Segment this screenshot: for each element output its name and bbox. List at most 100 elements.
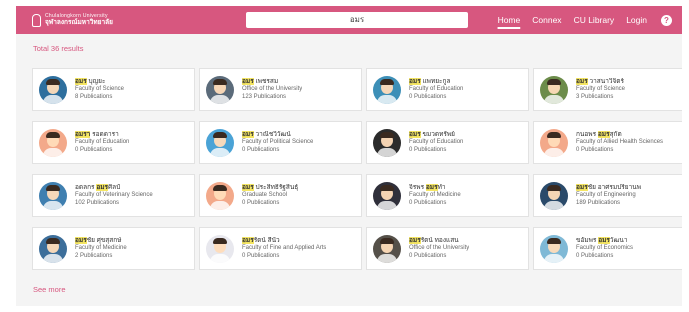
female-photo-icon	[206, 234, 234, 263]
person-faculty: Faculty of Science	[576, 86, 626, 93]
person-faculty: Faculty of Medicine	[409, 192, 461, 199]
male-avatar-icon	[39, 128, 67, 157]
person-faculty: Faculty of Allied Health Sciences	[576, 139, 664, 146]
male-photo-icon	[39, 181, 67, 210]
search-input[interactable]: อมร	[246, 12, 468, 28]
person-faculty: Faculty of Education	[409, 86, 464, 93]
person-name[interactable]: อมร ประสิทธิ์รัฐสินธุ์	[242, 183, 298, 192]
nav-home[interactable]: Home	[498, 15, 521, 25]
female-photo-icon	[39, 75, 67, 104]
search-highlight: อมร	[409, 130, 421, 138]
logo-th: จุฬาลงกรณ์มหาวิทยาลัย	[45, 18, 113, 26]
female-photo-icon	[540, 234, 568, 263]
person-card[interactable]: อมร ขมวดทรัพย์ Faculty of Education 0 Publ…	[366, 121, 529, 164]
search-highlight: อมร	[409, 236, 421, 244]
person-card[interactable]: อดลกร อมรศิลป์ Faculty of Veterinary Scie…	[32, 174, 195, 217]
person-card[interactable]: อมร บุญยะ Faculty of Science 8 Publication…	[32, 68, 195, 111]
results-grid: อมร บุญยะ Faculty of Science 8 Publication…	[32, 68, 682, 270]
search-highlight: อมร	[242, 236, 254, 244]
see-more-link[interactable]: See more	[33, 285, 66, 294]
person-name[interactable]: อมรชัย ศุขสุสกษ์	[75, 236, 127, 245]
app-frame: Chulalongkorn University จุฬาลงกรณ์มหาวิ…	[16, 6, 682, 306]
person-faculty: Office of the University	[242, 86, 303, 93]
person-name[interactable]: อมร บุญยะ	[75, 77, 124, 86]
person-faculty: Faculty of Medicine	[75, 245, 127, 252]
person-publications: 0 Publications	[576, 146, 614, 153]
person-name[interactable]: ขอัมพร อมรวัฒนา	[576, 236, 633, 245]
nav-connex[interactable]: Connex	[532, 15, 561, 25]
person-publications: 102 Publications	[75, 199, 120, 206]
person-card[interactable]: อมร ประสิทธิ์รัฐสินธุ์ Graduate School 0 P…	[199, 174, 362, 217]
search-highlight: อมร	[242, 130, 254, 138]
search-highlight: อมรา	[75, 130, 91, 138]
person-publications: 2 Publications	[75, 252, 113, 259]
university-logo[interactable]: Chulalongkorn University จุฬาลงกรณ์มหาวิ…	[32, 13, 132, 27]
person-card[interactable]: อมรชัย อาศรมปริยานพ Faculty of Engineerin…	[533, 174, 682, 217]
person-card[interactable]: อมรรัตน์ สีนัว Faculty of Fine and Applie…	[199, 227, 362, 270]
person-card[interactable]: อมร วาสนาวิจิตร์ Faculty of Science 3 Publ…	[533, 68, 682, 111]
person-card[interactable]: กนอพร อมรสุกัต Faculty of Allied Health S…	[533, 121, 682, 164]
person-publications: 0 Publications	[75, 146, 113, 153]
person-name[interactable]: อมรชัย อาศรมปริยานพ	[576, 183, 641, 192]
male-photo-icon	[373, 75, 401, 104]
person-card[interactable]: อมร เพชรสม Office of the University 123 Pu…	[199, 68, 362, 111]
person-faculty: Faculty of Veterinary Science	[75, 192, 153, 199]
person-faculty: Faculty of Political Science	[242, 139, 314, 146]
male-avatar-icon	[206, 181, 234, 210]
male-avatar-icon	[540, 128, 568, 157]
person-name[interactable]: อดลกร อมรศิลป์	[75, 183, 153, 192]
search-highlight: อมร	[409, 77, 421, 85]
person-name[interactable]: อมร เพชรสม	[242, 77, 302, 86]
person-card[interactable]: อมรรัตน์ ทองแสน Office of the University 0…	[366, 227, 529, 270]
male-photo-icon	[206, 128, 234, 157]
female-photo-icon	[373, 234, 401, 263]
female-photo-icon	[373, 181, 401, 210]
person-publications: 0 Publications	[242, 146, 280, 153]
help-icon[interactable]: ?	[661, 14, 672, 26]
main-nav: Home Connex CU Library Login ?	[498, 6, 682, 34]
search-highlight: อมร	[242, 183, 254, 191]
person-card[interactable]: อมรา รอดดารา Faculty of Education 0 Public…	[32, 121, 195, 164]
person-card[interactable]: อมรชัย ศุขสุสกษ์ Faculty of Medicine 2 Pub…	[32, 227, 195, 270]
person-publications: 0 Publications	[409, 252, 447, 259]
person-publications: 0 Publications	[242, 199, 280, 206]
top-bar: Chulalongkorn University จุฬาลงกรณ์มหาวิ…	[16, 6, 682, 34]
search-highlight: อมร	[242, 77, 254, 85]
person-publications: 0 Publications	[409, 146, 447, 153]
search-highlight: อมร	[598, 236, 610, 244]
person-publications: 0 Publications	[409, 199, 447, 206]
person-name[interactable]: อมร วาสนาวิจิตร์	[576, 77, 625, 86]
person-faculty: Faculty of Fine and Applied Arts	[242, 245, 327, 252]
person-faculty: Office of the University	[409, 245, 470, 252]
person-faculty: Faculty of Engineering	[576, 192, 636, 199]
person-name[interactable]: อมร ขมวดทรัพย์	[409, 130, 463, 139]
person-name[interactable]: กนอพร อมรสุกัต	[576, 130, 663, 139]
person-publications: 189 Publications	[576, 199, 621, 206]
male-photo-icon	[206, 75, 234, 104]
search-highlight: อมร	[75, 77, 87, 85]
male-photo-icon	[540, 181, 568, 210]
person-name[interactable]: อมรรัตน์ ทองแสน	[409, 236, 469, 245]
person-publications: 0 Publications	[576, 252, 614, 259]
nav-login[interactable]: Login	[626, 15, 647, 25]
nav-cu-library[interactable]: CU Library	[574, 15, 615, 25]
male-photo-icon	[39, 234, 67, 263]
person-name[interactable]: อมร วาณิชวิวัฒน์	[242, 130, 313, 139]
search-highlight: อมร	[597, 130, 610, 138]
person-name[interactable]: อมรรัตน์ สีนัว	[242, 236, 326, 245]
person-publications: 8 Publications	[75, 93, 113, 100]
person-card[interactable]: อมร แพทยะกูล Faculty of Education 0 Public…	[366, 68, 529, 111]
person-card[interactable]: อมร วาณิชวิวัฒน์ Faculty of Political Sci…	[199, 121, 362, 164]
person-name[interactable]: อมร แพทยะกูล	[409, 77, 463, 86]
person-name[interactable]: อมรา รอดดารา	[75, 130, 129, 139]
person-card[interactable]: ขอัมพร อมรวัฒนา Faculty of Economics 0 Pub…	[533, 227, 682, 270]
male-photo-icon	[540, 75, 568, 104]
person-faculty: Faculty of Economics	[576, 245, 634, 252]
person-publications: 0 Publications	[409, 93, 447, 100]
search-highlight: อมร	[96, 183, 109, 191]
results-count: Total 36 results	[33, 44, 84, 53]
person-card[interactable]: จิรพร อมรทำ Faculty of Medicine 0 Publicat…	[366, 174, 529, 217]
person-name[interactable]: จิรพร อมรทำ	[409, 183, 461, 192]
person-publications: 0 Publications	[242, 252, 280, 259]
search-highlight: อมร	[576, 183, 588, 191]
